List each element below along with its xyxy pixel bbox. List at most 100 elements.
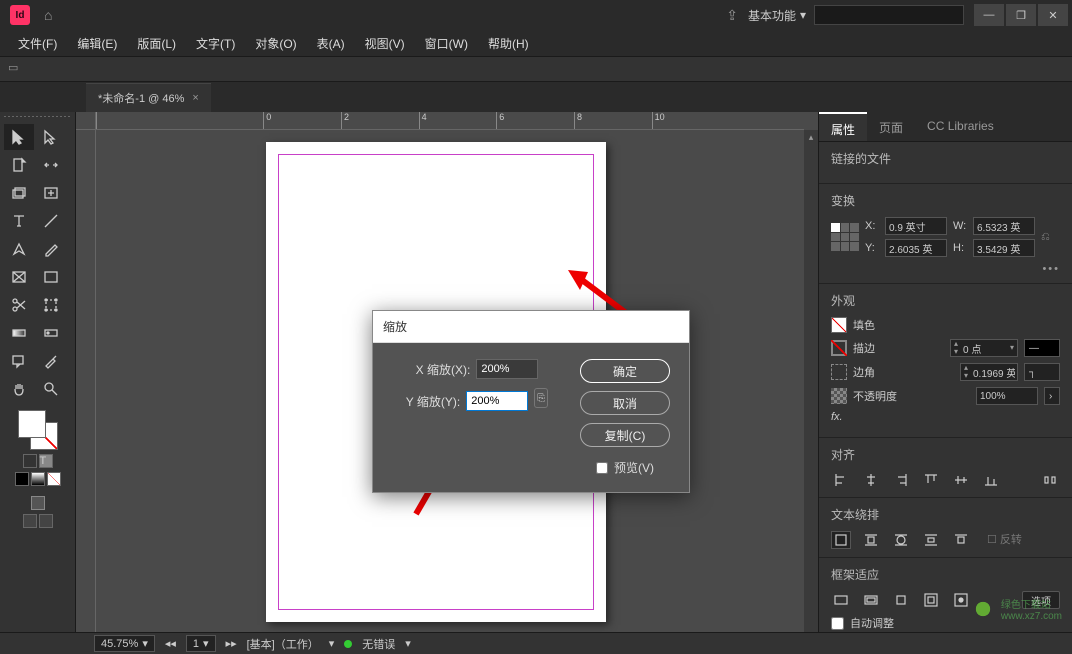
- rectangle-frame-tool[interactable]: [4, 264, 34, 290]
- apply-none-icon[interactable]: [47, 472, 61, 486]
- pencil-tool[interactable]: [36, 236, 66, 262]
- tab-pages[interactable]: 页面: [867, 112, 915, 141]
- transform-h-input[interactable]: [973, 239, 1035, 257]
- document-tab[interactable]: *未命名-1 @ 46% ×: [86, 83, 211, 112]
- constrain-link-icon[interactable]: ⎘: [534, 388, 548, 408]
- fit-proportional-icon[interactable]: [861, 591, 881, 609]
- preflight-profile[interactable]: [基本]（工作）: [247, 636, 319, 652]
- vertical-scrollbar[interactable]: ▴: [804, 130, 818, 632]
- stroke-style-dropdown[interactable]: —: [1024, 339, 1060, 357]
- apply-text-icon[interactable]: T: [39, 454, 53, 468]
- content-collector-tool[interactable]: [4, 180, 34, 206]
- wrap-jump-icon[interactable]: [921, 531, 941, 549]
- apply-gradient-icon[interactable]: [31, 472, 45, 486]
- align-vcenter-icon[interactable]: [951, 471, 971, 489]
- hand-tool[interactable]: [4, 376, 34, 402]
- gradient-feather-tool[interactable]: [36, 320, 66, 346]
- free-transform-tool[interactable]: [36, 292, 66, 318]
- window-close-button[interactable]: ✕: [1038, 4, 1068, 26]
- menu-view[interactable]: 视图(V): [355, 31, 415, 56]
- opacity-more[interactable]: ›: [1044, 387, 1060, 405]
- content-placer-tool[interactable]: [36, 180, 66, 206]
- fx-icon[interactable]: fx.: [831, 411, 843, 423]
- fit-fill-icon[interactable]: [831, 591, 851, 609]
- page-tool[interactable]: [4, 152, 34, 178]
- apply-color-icon[interactable]: [15, 472, 29, 486]
- align-right-icon[interactable]: [891, 471, 911, 489]
- search-input[interactable]: [814, 5, 964, 25]
- scale-y-input[interactable]: [466, 391, 528, 411]
- corner-radius-stepper[interactable]: ▴▾: [960, 363, 1018, 381]
- gradient-swatch-tool[interactable]: [4, 320, 34, 346]
- note-tool[interactable]: [4, 348, 34, 374]
- page-field[interactable]: 1 ▾: [186, 635, 216, 652]
- horizontal-ruler[interactable]: 0 2 4 6 8 10: [96, 112, 804, 130]
- align-bottom-icon[interactable]: [981, 471, 1001, 489]
- wrap-shape-icon[interactable]: [891, 531, 911, 549]
- screen-mode-1-icon[interactable]: [23, 514, 37, 528]
- pen-tool[interactable]: [4, 236, 34, 262]
- rectangle-tool[interactable]: [36, 264, 66, 290]
- share-icon[interactable]: ⇪: [726, 7, 738, 24]
- eyedropper-tool[interactable]: [36, 348, 66, 374]
- menu-edit[interactable]: 编辑(E): [67, 31, 127, 56]
- wrap-none-icon[interactable]: [831, 531, 851, 549]
- menu-type[interactable]: 文字(T): [186, 31, 245, 56]
- apply-container-icon[interactable]: [23, 454, 37, 468]
- screen-mode-2-icon[interactable]: [39, 514, 53, 528]
- wrap-bounding-icon[interactable]: [861, 531, 881, 549]
- view-mode-normal-icon[interactable]: [31, 496, 45, 510]
- copy-button[interactable]: 复制(C): [580, 423, 670, 447]
- ok-button[interactable]: 确定: [580, 359, 670, 383]
- window-minimize-button[interactable]: —: [974, 4, 1004, 26]
- menu-table[interactable]: 表(A): [307, 31, 355, 56]
- transform-x-input[interactable]: [885, 217, 947, 235]
- preview-checkbox[interactable]: 预览(V): [596, 459, 654, 476]
- reference-point-grid[interactable]: [831, 223, 859, 251]
- align-left-icon[interactable]: [831, 471, 851, 489]
- preflight-errors[interactable]: 无错误: [362, 636, 395, 652]
- page-prev-icon[interactable]: ◂◂: [165, 637, 176, 650]
- zoom-field[interactable]: 45.75% ▾: [94, 635, 155, 652]
- align-top-icon[interactable]: [921, 471, 941, 489]
- distribute-icon[interactable]: [1040, 471, 1060, 489]
- fit-content-icon[interactable]: [891, 591, 911, 609]
- opacity-input[interactable]: [976, 387, 1038, 405]
- type-tool[interactable]: [4, 208, 34, 234]
- transform-more-icon[interactable]: •••: [831, 263, 1060, 275]
- menu-layout[interactable]: 版面(L): [127, 31, 186, 56]
- fill-stroke-swatch[interactable]: [18, 410, 58, 450]
- selection-tool[interactable]: [4, 124, 34, 150]
- scissors-tool[interactable]: [4, 292, 34, 318]
- control-icon[interactable]: ▭: [8, 61, 24, 77]
- cancel-button[interactable]: 取消: [580, 391, 670, 415]
- menu-window[interactable]: 窗口(W): [415, 31, 478, 56]
- gap-tool[interactable]: [36, 152, 66, 178]
- transform-y-input[interactable]: [885, 239, 947, 257]
- canvas[interactable]: 0 2 4 6 8 10 ▴ 缩放 X 缩放(X):: [76, 112, 818, 632]
- direct-selection-tool[interactable]: [36, 124, 66, 150]
- stroke-swatch-icon[interactable]: [831, 340, 847, 356]
- page-next-icon[interactable]: ▸▸: [226, 637, 237, 650]
- fill-swatch-icon[interactable]: [831, 317, 847, 333]
- menu-file[interactable]: 文件(F): [8, 31, 67, 56]
- corner-shape-dropdown[interactable]: ┐: [1024, 363, 1060, 381]
- vertical-ruler[interactable]: [76, 130, 96, 632]
- transform-w-input[interactable]: [973, 217, 1035, 235]
- home-icon[interactable]: ⌂: [44, 7, 52, 23]
- wrap-column-icon[interactable]: [951, 531, 971, 549]
- line-tool[interactable]: [36, 208, 66, 234]
- stroke-weight-stepper[interactable]: ▴▾ ▾: [950, 339, 1018, 357]
- tab-properties[interactable]: 属性: [819, 112, 867, 141]
- constrain-proportions-icon[interactable]: ⎌: [1041, 231, 1050, 244]
- scale-x-input[interactable]: [476, 359, 538, 379]
- fit-frame-icon[interactable]: [921, 591, 941, 609]
- zoom-tool[interactable]: [36, 376, 66, 402]
- menu-object[interactable]: 对象(O): [245, 31, 306, 56]
- menu-help[interactable]: 帮助(H): [478, 31, 539, 56]
- ruler-origin[interactable]: [76, 112, 96, 130]
- align-hcenter-icon[interactable]: [861, 471, 881, 489]
- tab-cc-libraries[interactable]: CC Libraries: [915, 112, 1006, 141]
- window-maximize-button[interactable]: ❐: [1006, 4, 1036, 26]
- workspace-switcher[interactable]: 基本功能▾: [748, 7, 806, 24]
